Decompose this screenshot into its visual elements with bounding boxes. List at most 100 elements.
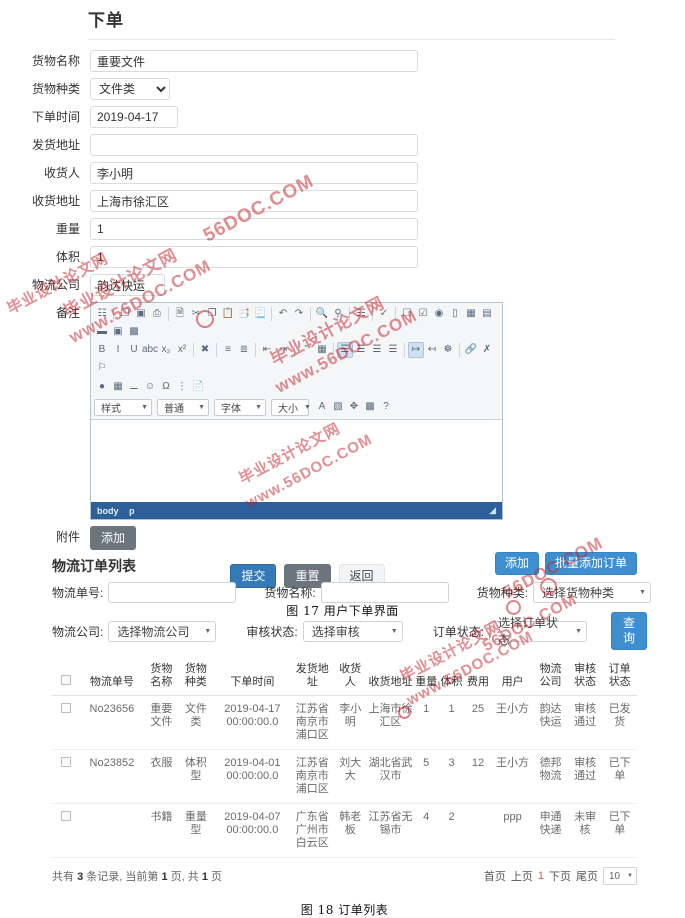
- underline-icon[interactable]: U: [126, 342, 142, 358]
- next-page-link[interactable]: 下页: [549, 868, 571, 884]
- remove-format-icon[interactable]: ✖: [197, 342, 213, 358]
- page-size-select[interactable]: 10 ▼: [603, 867, 637, 885]
- bulleted-list-icon[interactable]: ≣: [236, 342, 252, 358]
- text-direction-ltr-icon[interactable]: ↦: [408, 342, 424, 358]
- align-justify-icon[interactable]: ☰: [385, 342, 401, 358]
- filter-order-no-input[interactable]: [108, 582, 237, 603]
- editor-format-combo[interactable]: 普通 ▼: [157, 398, 209, 416]
- logistics-company-input[interactable]: [90, 274, 165, 296]
- element-path-body[interactable]: body: [97, 506, 119, 516]
- maximize-icon[interactable]: ✥: [346, 399, 362, 415]
- text-field-icon[interactable]: ▯: [447, 306, 463, 322]
- checkbox-icon[interactable]: ☑: [415, 306, 431, 322]
- editor-styles-combo[interactable]: 样式 ▼: [94, 398, 152, 416]
- spellcheck-icon[interactable]: ✓: [376, 306, 392, 322]
- current-page-number[interactable]: 1: [538, 870, 544, 882]
- row-checkbox[interactable]: [60, 811, 71, 821]
- cut-icon[interactable]: ✂: [188, 306, 204, 322]
- show-blocks-icon[interactable]: ▩: [362, 399, 378, 415]
- source-icon[interactable]: ☷: [94, 306, 110, 322]
- textarea-icon[interactable]: ▦: [463, 306, 479, 322]
- blockquote-icon[interactable]: ”: [298, 342, 314, 358]
- iframe-icon[interactable]: 📄: [190, 379, 206, 395]
- select-all-icon[interactable]: ☷: [353, 306, 369, 322]
- subscript-icon[interactable]: x₂: [158, 342, 174, 358]
- table-row[interactable]: 书籍 重量型 2019-04-07 00:00:00.0 广东省广州市白云区 韩…: [52, 803, 637, 858]
- smiley-icon[interactable]: ☺: [142, 379, 158, 395]
- row-checkbox[interactable]: [60, 757, 71, 767]
- query-button[interactable]: 查询: [611, 612, 648, 650]
- form-icon[interactable]: ☐: [399, 306, 415, 322]
- table-row[interactable]: No23656 重要文件 文件类 2019-04-17 00:00:00.0 江…: [52, 695, 637, 750]
- table-icon[interactable]: ▦: [110, 379, 126, 395]
- find-icon[interactable]: 🔍: [314, 306, 330, 322]
- filter-audit-select[interactable]: 选择审核 ▼: [302, 620, 403, 642]
- image-button-icon[interactable]: ▣: [110, 324, 126, 340]
- editor-font-combo[interactable]: 字体 ▼: [214, 398, 266, 416]
- receive-address-input[interactable]: [90, 190, 418, 212]
- bold-icon[interactable]: B: [94, 342, 110, 358]
- italic-icon[interactable]: I: [110, 342, 126, 358]
- strike-icon[interactable]: abc: [142, 342, 158, 358]
- filter-order-status-select[interactable]: 选择订单状态 ▼: [489, 616, 588, 647]
- last-page-link[interactable]: 尾页: [576, 868, 598, 884]
- text-color-icon[interactable]: A: [314, 399, 330, 415]
- rich-text-editor[interactable]: ☷ ☐ ▣ ⎙ 🗎 ✂ ❐ 📋 📑 📃 ↶ ↷ 🔍 ⚲ ☷ ✓ ☐ ☑ ◉ ▯ …: [90, 302, 503, 520]
- replace-icon[interactable]: ⚲: [330, 306, 346, 322]
- weight-input[interactable]: [90, 218, 418, 240]
- batch-add-order-button[interactable]: 批量添加订单: [544, 552, 637, 575]
- horizontal-rule-icon[interactable]: ⚊: [126, 379, 142, 395]
- paste-icon[interactable]: 📋: [220, 306, 236, 322]
- ship-address-input[interactable]: [90, 134, 418, 156]
- about-icon[interactable]: ?: [378, 399, 394, 415]
- row-checkbox[interactable]: [60, 703, 71, 713]
- page-break-icon[interactable]: ⋮: [174, 379, 190, 395]
- filter-goods-name-input[interactable]: [320, 582, 449, 603]
- add-order-button[interactable]: 添加: [494, 552, 539, 575]
- volume-input[interactable]: [90, 246, 418, 268]
- copy-icon[interactable]: ❐: [204, 306, 220, 322]
- new-page-icon[interactable]: ☐: [117, 306, 133, 322]
- attachment-add-button[interactable]: 添加: [90, 526, 137, 550]
- receiver-input[interactable]: [90, 162, 418, 184]
- preview-icon[interactable]: ▣: [133, 306, 149, 322]
- order-time-input[interactable]: [90, 106, 178, 128]
- select-all-checkbox[interactable]: [60, 675, 71, 685]
- indent-icon[interactable]: ⇥: [275, 342, 291, 358]
- resize-handle-icon[interactable]: ◢: [489, 505, 496, 516]
- language-icon[interactable]: ☸: [440, 342, 456, 358]
- align-center-icon[interactable]: ☰: [353, 342, 369, 358]
- flash-icon[interactable]: ●: [94, 379, 110, 395]
- link-icon[interactable]: 🔗: [463, 342, 479, 358]
- numbered-list-icon[interactable]: ≡: [220, 342, 236, 358]
- editor-content-area[interactable]: [91, 420, 502, 502]
- redo-icon[interactable]: ↷: [291, 306, 307, 322]
- align-left-icon[interactable]: ☰: [337, 342, 353, 358]
- first-page-link[interactable]: 首页: [484, 868, 506, 884]
- hidden-field-icon[interactable]: ▩: [126, 324, 142, 340]
- table-row[interactable]: No23852 衣服 体积型 2019-04-01 00:00:00.0 江苏省…: [52, 749, 637, 804]
- div-container-icon[interactable]: ▦: [314, 342, 330, 358]
- superscript-icon[interactable]: x²: [174, 342, 190, 358]
- goods-name-input[interactable]: [90, 50, 418, 72]
- background-color-icon[interactable]: ▧: [330, 399, 346, 415]
- align-right-icon[interactable]: ☰: [369, 342, 385, 358]
- select-field-icon[interactable]: ▤: [479, 306, 495, 322]
- button-icon[interactable]: ▬: [94, 324, 110, 340]
- outdent-icon[interactable]: ⇤: [259, 342, 275, 358]
- filter-goods-kind-select[interactable]: 选择货物种类 ▼: [533, 582, 652, 603]
- filter-company-select[interactable]: 选择物流公司 ▼: [108, 620, 217, 642]
- editor-size-combo[interactable]: 大小 ▼: [271, 398, 311, 416]
- paste-text-icon[interactable]: 📑: [236, 306, 252, 322]
- print-icon[interactable]: ⎙: [149, 306, 165, 322]
- goods-kind-select[interactable]: 文件类: [90, 78, 170, 100]
- element-path-p[interactable]: p: [129, 506, 135, 516]
- undo-icon[interactable]: ↶: [275, 306, 291, 322]
- paste-word-icon[interactable]: 📃: [252, 306, 268, 322]
- prev-page-link[interactable]: 上页: [511, 868, 533, 884]
- radio-icon[interactable]: ◉: [431, 306, 447, 322]
- text-direction-rtl-icon[interactable]: ↤: [424, 342, 440, 358]
- anchor-icon[interactable]: ⚐: [94, 360, 110, 376]
- special-char-icon[interactable]: Ω: [158, 379, 174, 395]
- unlink-icon[interactable]: ✗: [479, 342, 495, 358]
